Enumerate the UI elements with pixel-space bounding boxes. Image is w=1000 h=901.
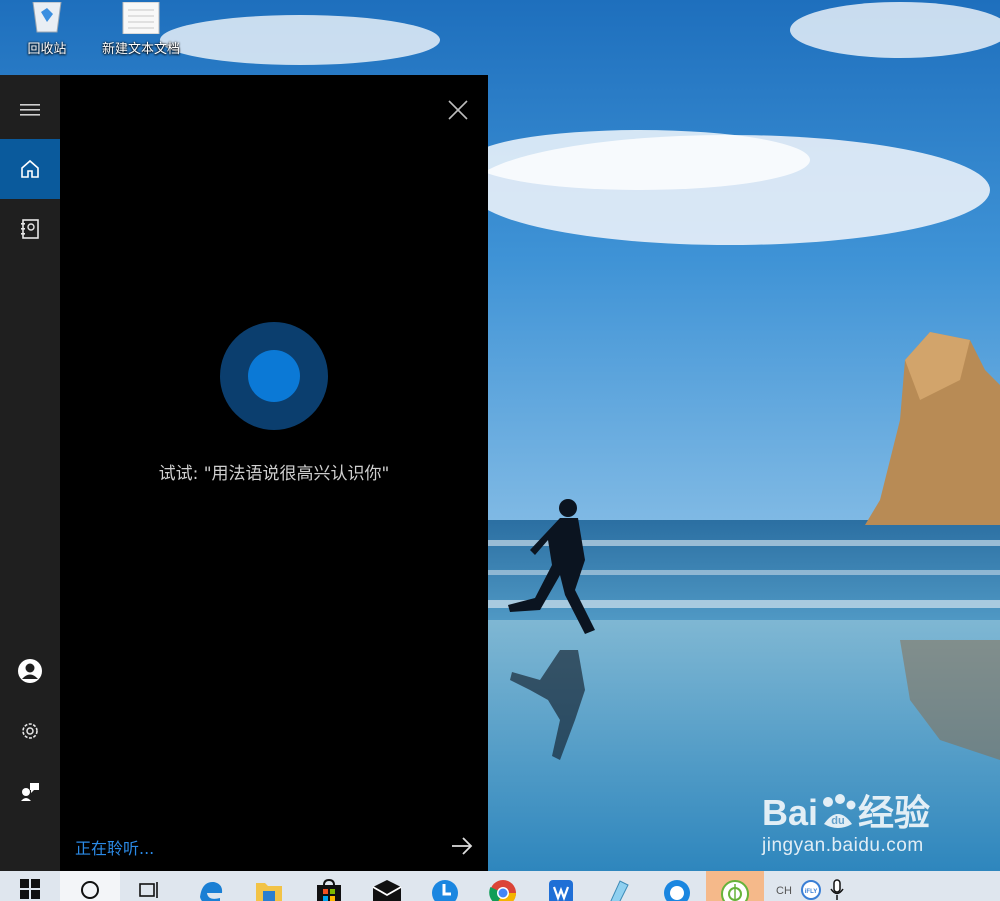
text-document-icon bbox=[98, 0, 184, 34]
mail-icon bbox=[372, 880, 402, 901]
edge-icon bbox=[200, 881, 223, 901]
watermark-brand-suffix: 经验 bbox=[858, 792, 931, 833]
desktop-icon-recycle-bin[interactable]: 回收站 bbox=[4, 0, 90, 57]
taskbar-clock-app[interactable] bbox=[416, 871, 474, 901]
arrow-right-icon bbox=[452, 837, 473, 855]
feedback-button[interactable] bbox=[0, 761, 60, 821]
taskbar-store[interactable] bbox=[300, 871, 358, 901]
taskbar-notepad[interactable] bbox=[590, 871, 648, 901]
desktop-icon-label: 新建文本文档 bbox=[101, 42, 180, 57]
green-app-icon bbox=[721, 880, 749, 901]
taskbar-wps[interactable] bbox=[532, 871, 590, 901]
menu-button[interactable] bbox=[0, 80, 60, 140]
notebook-icon bbox=[21, 219, 39, 239]
ime-indicator[interactable]: CH bbox=[776, 885, 792, 897]
microphone-icon bbox=[830, 879, 844, 900]
taskbar-edge[interactable] bbox=[182, 871, 240, 901]
task-view-button[interactable] bbox=[120, 871, 178, 901]
cortana-panel: 试试: "用法语说很高兴认识你" 正在聆听... bbox=[0, 75, 488, 871]
tray-microphone[interactable] bbox=[825, 871, 849, 901]
taskbar-green-app[interactable] bbox=[706, 871, 764, 901]
hamburger-icon bbox=[20, 104, 40, 116]
chrome-icon bbox=[489, 880, 517, 901]
cortana-orb bbox=[220, 322, 328, 430]
search-icon bbox=[81, 881, 99, 899]
tray-ifly[interactable]: iFLY bbox=[798, 871, 824, 901]
task-view-icon bbox=[139, 882, 158, 898]
home-icon bbox=[21, 159, 39, 178]
submit-button[interactable] bbox=[444, 830, 480, 862]
watermark-logo: Bai du 经验 bbox=[762, 793, 992, 833]
cortana-orb-core bbox=[248, 350, 300, 402]
watermark-url: jingyan.baidu.com bbox=[762, 835, 924, 856]
home-button[interactable] bbox=[0, 139, 60, 199]
cortana-icon bbox=[664, 880, 690, 901]
close-button[interactable] bbox=[441, 93, 475, 127]
close-icon bbox=[448, 100, 468, 120]
settings-button[interactable] bbox=[0, 701, 60, 761]
paw-icon: du bbox=[823, 794, 856, 828]
desktop-icon-text-document[interactable]: 新建文本文档 bbox=[98, 0, 184, 57]
svg-text:iFLY: iFLY bbox=[805, 889, 817, 895]
taskbar-cortana[interactable] bbox=[648, 871, 706, 901]
wps-icon bbox=[549, 880, 573, 901]
suggestion-text: 试试: "用法语说很高兴认识你" bbox=[158, 464, 390, 484]
user-icon bbox=[18, 659, 42, 683]
baidu-watermark: Bai du 经验 jingyan.baidu.com bbox=[762, 793, 992, 857]
start-button[interactable] bbox=[0, 871, 60, 901]
clock-app-icon bbox=[432, 880, 458, 901]
cortana-sidebar bbox=[0, 75, 60, 871]
desktop-icon-label: 回收站 bbox=[27, 42, 67, 57]
windows-start-icon bbox=[20, 879, 40, 899]
gear-icon bbox=[22, 723, 38, 739]
store-icon bbox=[317, 879, 341, 901]
taskbar-search-button[interactable] bbox=[60, 871, 120, 901]
svg-text:du: du bbox=[831, 815, 844, 827]
notepad-icon bbox=[610, 880, 629, 901]
feedback-icon bbox=[21, 783, 39, 801]
taskbar: CH iFLY bbox=[0, 871, 1000, 901]
account-button[interactable] bbox=[0, 641, 60, 701]
ifly-icon: iFLY bbox=[801, 880, 821, 900]
watermark-brand: Bai bbox=[762, 792, 819, 833]
file-explorer-icon bbox=[256, 883, 282, 901]
listening-status: 正在聆听... bbox=[75, 839, 155, 858]
taskbar-file-explorer[interactable] bbox=[240, 871, 298, 901]
recycle-bin-icon bbox=[4, 0, 90, 34]
taskbar-chrome[interactable] bbox=[474, 871, 532, 901]
notebook-button[interactable] bbox=[0, 199, 60, 259]
taskbar-mail[interactable] bbox=[358, 871, 416, 901]
